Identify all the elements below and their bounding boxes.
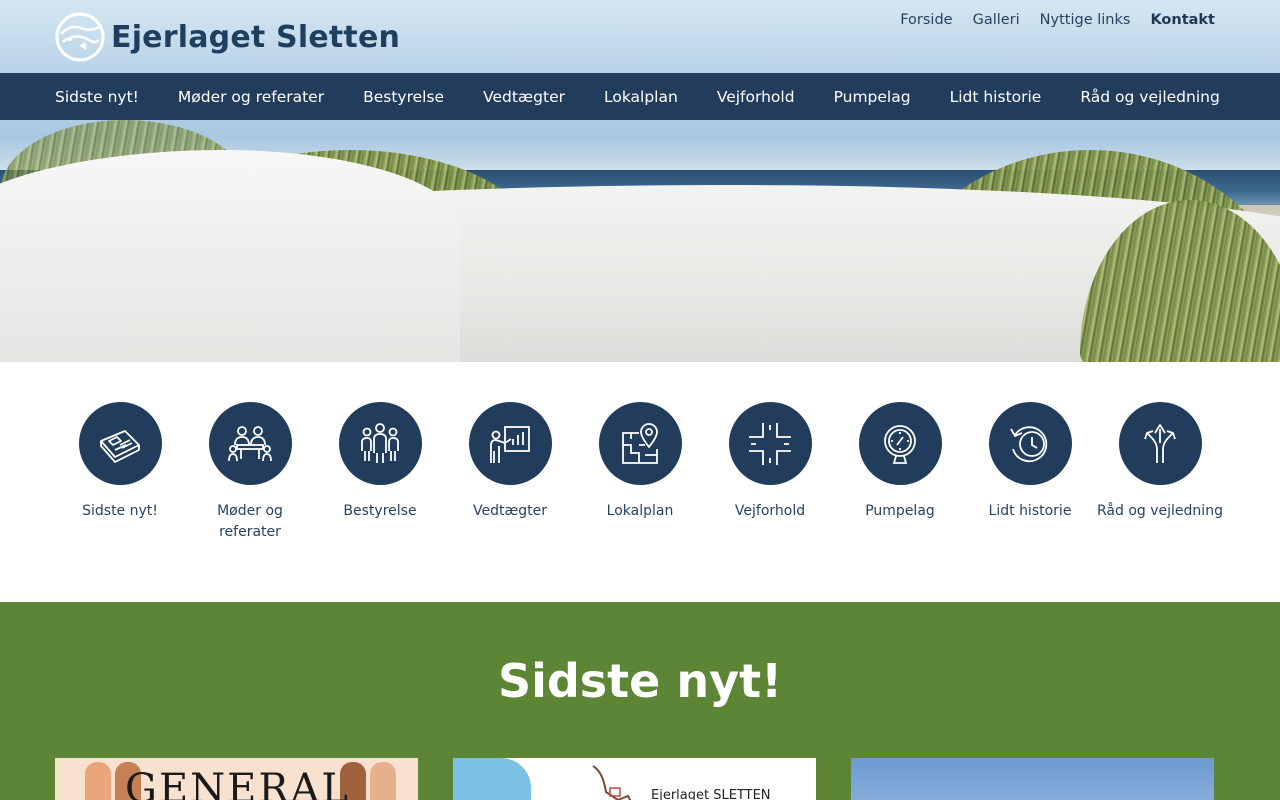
quicklink-label: Lidt historie bbox=[988, 503, 1072, 519]
doodle-icon bbox=[592, 765, 632, 800]
topnav-forside[interactable]: Forside bbox=[900, 12, 952, 28]
quicklink-circle[interactable] bbox=[1118, 402, 1202, 485]
quicklink-label: Bestyrelse bbox=[343, 503, 417, 519]
topnav-kontakt[interactable]: Kontakt bbox=[1150, 12, 1215, 28]
quicklink-label: Møder og referater bbox=[217, 503, 283, 540]
quicklink-circle[interactable] bbox=[988, 402, 1072, 485]
card-graphic bbox=[453, 758, 531, 800]
sand-dune bbox=[0, 150, 460, 362]
hand-illustration bbox=[85, 762, 111, 800]
quicklink-circle[interactable] bbox=[858, 402, 942, 485]
mainnav-sidste-nyt[interactable]: Sidste nyt! bbox=[55, 88, 139, 106]
mainnav-lokalplan[interactable]: Lokalplan bbox=[604, 88, 678, 106]
quicklink-circle[interactable] bbox=[338, 402, 422, 485]
quicklink-raad-og-vejledning[interactable]: Råd og vejledning bbox=[1095, 402, 1225, 543]
quicklink-circle[interactable] bbox=[468, 402, 552, 485]
mainnav-pumpelag[interactable]: Pumpelag bbox=[834, 88, 911, 106]
mainnav-moder-og-referater[interactable]: Møder og referater bbox=[178, 88, 324, 106]
quicklink-circle[interactable] bbox=[728, 402, 812, 485]
news-card-image-text: Ejerlaget SLETTEN bbox=[651, 788, 771, 800]
news-section: Sidste nyt! GENERAL Ejerlaget SLETTEN bbox=[0, 602, 1280, 800]
quicklink-label: Pumpelag bbox=[865, 503, 935, 519]
quicklink-moder-og-referater[interactable]: Møder og referater bbox=[185, 402, 315, 543]
quicklink-circle[interactable] bbox=[598, 402, 682, 485]
quicklink-label: Sidste nyt! bbox=[82, 503, 158, 519]
mainnav-raad-og-vejledning[interactable]: Råd og vejledning bbox=[1080, 88, 1219, 106]
quicklink-pumpelag[interactable]: Pumpelag bbox=[835, 402, 965, 543]
meeting-icon bbox=[228, 425, 272, 461]
quicklink-vedtaegter[interactable]: Vedtægter bbox=[445, 402, 575, 543]
quicklink-vejforhold[interactable]: Vejforhold bbox=[705, 402, 835, 543]
quicklink-circle[interactable] bbox=[78, 402, 162, 485]
news-card[interactable] bbox=[851, 758, 1214, 800]
directions-icon bbox=[1144, 423, 1176, 463]
mainnav-bestyrelse[interactable]: Bestyrelse bbox=[363, 88, 444, 106]
map-pin-icon bbox=[622, 422, 658, 464]
gauge-icon bbox=[884, 424, 916, 464]
quicklink-label: Råd og vejledning bbox=[1097, 503, 1223, 519]
quicklink-label: Vejforhold bbox=[734, 503, 806, 519]
news-card[interactable]: Ejerlaget SLETTEN bbox=[453, 758, 816, 800]
quicklink-lokalplan[interactable]: Lokalplan bbox=[575, 402, 705, 543]
quicklink-label: Lokalplan bbox=[606, 503, 674, 519]
news-card[interactable]: GENERAL bbox=[55, 758, 418, 800]
quicklink-label: Vedtægter bbox=[473, 503, 547, 519]
main-navigation: Sidste nyt! Møder og referater Bestyrels… bbox=[0, 73, 1280, 120]
group-icon bbox=[361, 422, 399, 463]
top-navigation: Forside Galleri Nyttige links Kontakt bbox=[900, 12, 1215, 28]
mainnav-lidt-historie[interactable]: Lidt historie bbox=[950, 88, 1042, 106]
topnav-galleri[interactable]: Galleri bbox=[973, 12, 1020, 28]
topnav-nyttige-links[interactable]: Nyttige links bbox=[1040, 12, 1131, 28]
hand-illustration bbox=[370, 762, 396, 800]
mainnav-vejforhold[interactable]: Vejforhold bbox=[717, 88, 795, 106]
news-card-image-text: GENERAL bbox=[125, 766, 350, 800]
quicklinks: Sidste nyt! Møder og referater Bestyrels… bbox=[55, 402, 1225, 543]
site-logo[interactable]: Ejerlaget Sletten bbox=[55, 12, 400, 62]
presentation-icon bbox=[490, 425, 530, 463]
quicklink-circle[interactable] bbox=[208, 402, 292, 485]
mainnav-vedtaegter[interactable]: Vedtægter bbox=[483, 88, 565, 106]
crossroads-icon bbox=[749, 422, 791, 465]
quicklink-bestyrelse[interactable]: Bestyrelse bbox=[315, 402, 445, 543]
history-icon bbox=[1010, 425, 1048, 462]
news-title: Sidste nyt! bbox=[497, 654, 783, 708]
quicklink-lidt-historie[interactable]: Lidt historie bbox=[965, 402, 1095, 543]
newspaper-icon bbox=[100, 429, 140, 463]
site-name: Ejerlaget Sletten bbox=[111, 19, 401, 55]
logo-icon bbox=[55, 12, 105, 62]
quicklink-sidste-nyt[interactable]: Sidste nyt! bbox=[55, 402, 185, 543]
